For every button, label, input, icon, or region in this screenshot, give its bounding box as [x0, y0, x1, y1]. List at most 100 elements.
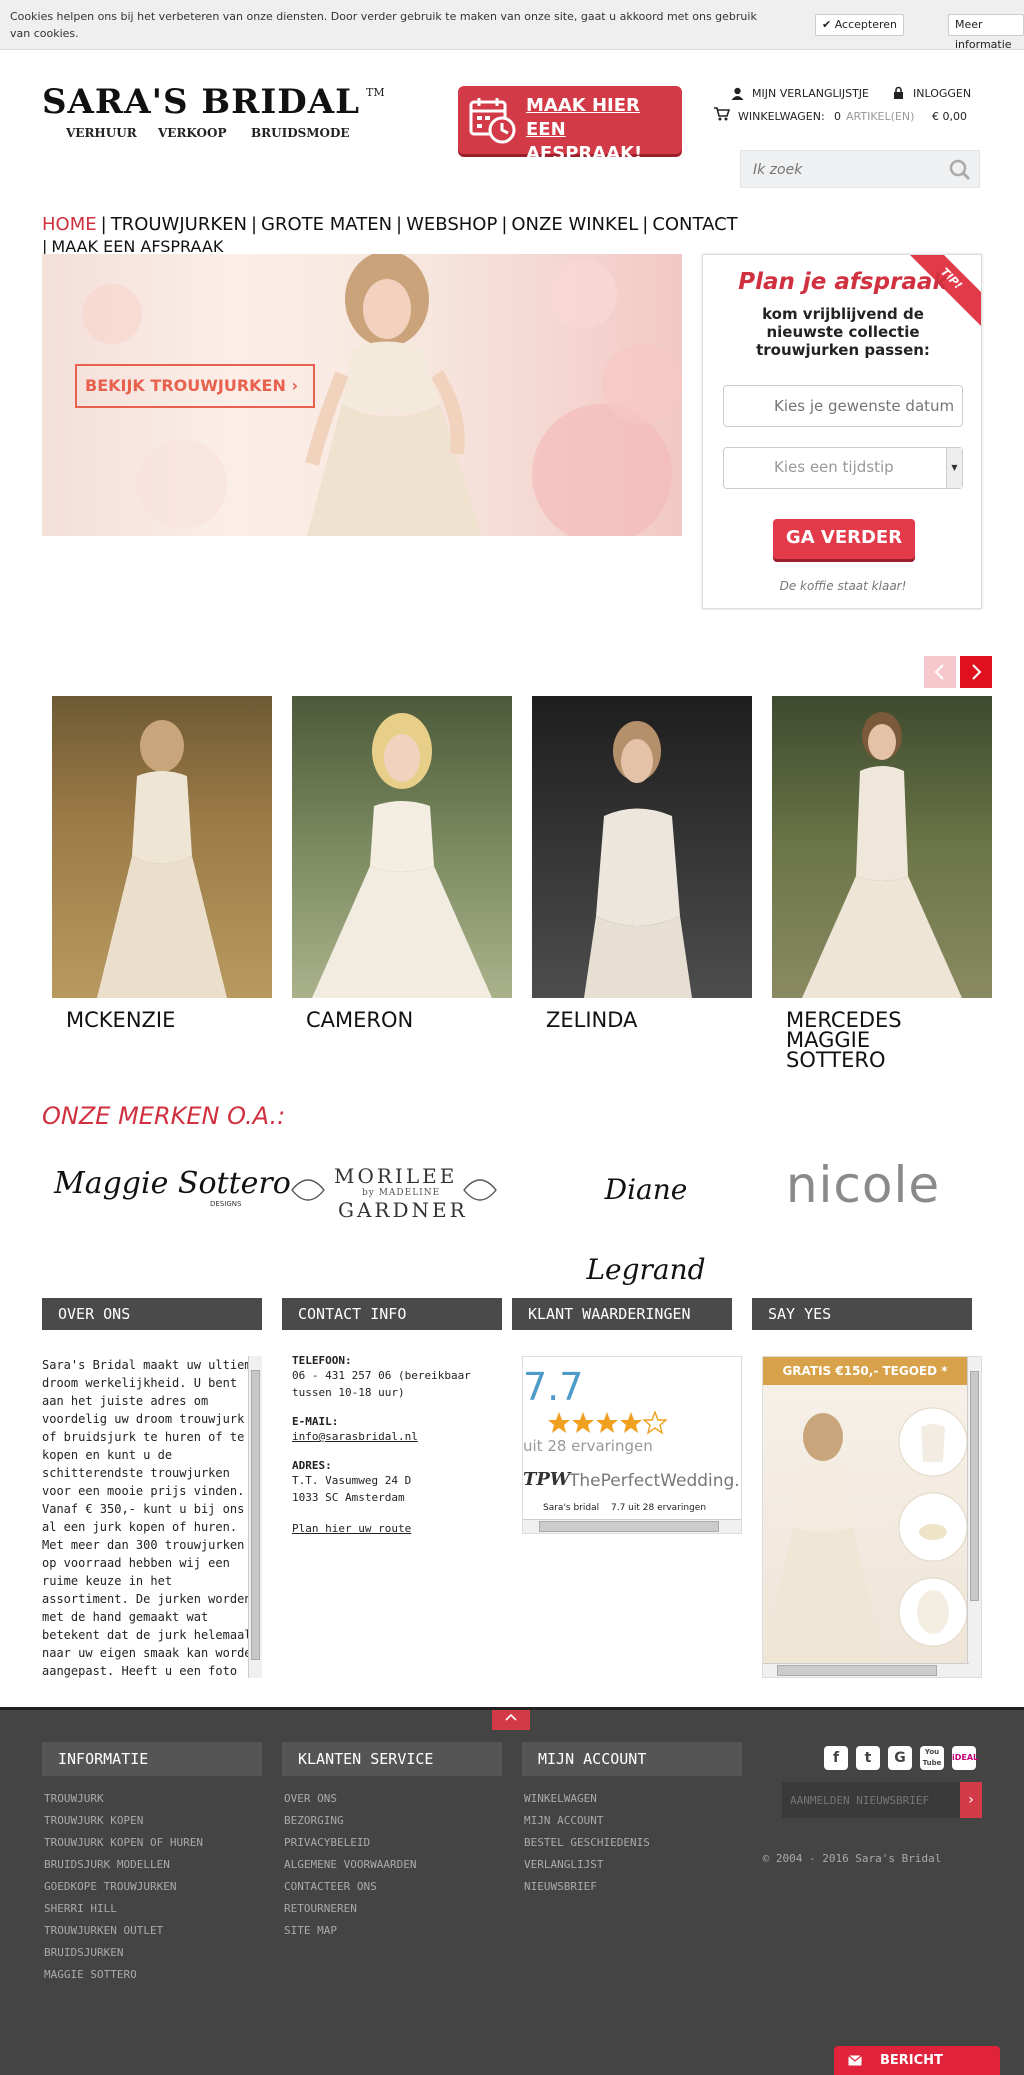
about-scrollbar[interactable]: [248, 1356, 262, 1678]
route-link[interactable]: Plan hier uw route: [292, 1520, 502, 1537]
make-appointment-button[interactable]: MAAK HIER EEN AFSPRAAK!: [458, 86, 682, 164]
contact-info-heading: CONTACT INFO: [282, 1298, 502, 1330]
tpw-logo-icon: TPW: [523, 1469, 571, 1490]
scrollbar-thumb[interactable]: [777, 1665, 937, 1676]
tpw-name[interactable]: ThePerfectWedding.nl: [569, 1471, 741, 1491]
say-yes-image: GRATIS €150,- TEGOED *: [763, 1357, 967, 1663]
login-link[interactable]: INLOGGEN: [913, 87, 971, 100]
mail-icon: [848, 2055, 862, 2066]
reviews-hscrollbar[interactable]: [523, 1519, 741, 1533]
footer-link[interactable]: SITE MAP: [284, 1920, 504, 1942]
dress-image: [802, 712, 962, 998]
contact-info-block: TELEFOON: 06 - 431 257 06 (bereikbaar tu…: [292, 1354, 502, 1537]
nav-maak-een-afspraak[interactable]: MAAK EEN AFSPRAAK: [51, 239, 227, 255]
accept-cookies-button[interactable]: ✔ Accepteren: [815, 14, 904, 36]
about-text: Sara's Bridal maakt uw ultieme droom wer…: [42, 1358, 259, 1678]
footer-link[interactable]: OVER ONS: [284, 1788, 504, 1810]
footer-service-list: OVER ONS BEZORGING PRIVACYBELEID ALGEMEN…: [284, 1788, 504, 1942]
carousel-prev-button[interactable]: [924, 656, 956, 688]
footer-link[interactable]: MIJN ACCOUNT: [524, 1810, 744, 1832]
dress-card-mercedes[interactable]: [772, 696, 992, 998]
logo[interactable]: SARA'S BRIDAL: [42, 82, 360, 122]
ideal-icon: iDEAL: [952, 1746, 978, 1770]
facebook-icon[interactable]: f: [824, 1746, 848, 1770]
footer-link[interactable]: BEZORGING: [284, 1810, 504, 1832]
footer-link[interactable]: VERLANGLIJST: [524, 1854, 744, 1876]
bekijk-trouwjurken-button[interactable]: BEKIJK TROUWJURKEN ›: [75, 364, 315, 408]
hero-banner[interactable]: BEKIJK TROUWJURKEN ›: [42, 254, 682, 536]
footer-link[interactable]: TROUWJURK KOPEN OF HUREN: [44, 1832, 264, 1854]
footer-informatie-list: TROUWJURK TROUWJURK KOPEN TROUWJURK KOPE…: [44, 1788, 264, 1986]
reviews-widget[interactable]: 7.7 uit 28 ervaringen TPW ThePerfectWedd…: [522, 1356, 742, 1534]
cart-icon: [714, 107, 730, 121]
dress-name-mercedes[interactable]: MERCEDES MAGGIE SOTTERO: [786, 1010, 926, 1071]
footer-link[interactable]: BRUIDSJURK MODELLEN: [44, 1854, 264, 1876]
footer-link[interactable]: NIEUWSBRIEF: [524, 1876, 744, 1898]
nav-trouwjurken[interactable]: TROUWJURKEN: [111, 214, 251, 236]
ga-verder-button[interactable]: GA VERDER: [773, 519, 915, 559]
nav-separator: |: [42, 237, 48, 256]
carousel-next-button[interactable]: [960, 656, 992, 688]
google-plus-icon[interactable]: G: [888, 1746, 912, 1770]
date-field[interactable]: [723, 385, 963, 427]
dropdown-arrow-icon: ▼: [946, 448, 962, 488]
scrollbar-thumb[interactable]: [251, 1370, 260, 1660]
say-yes-banner: GRATIS €150,- TEGOED *: [763, 1357, 967, 1385]
footer-link[interactable]: SHERRI HILL: [44, 1898, 264, 1920]
say-yes-hscrollbar[interactable]: [763, 1663, 969, 1677]
footer-link[interactable]: PRIVACYBELEID: [284, 1832, 504, 1854]
newsletter-submit-button[interactable]: ›: [960, 1782, 982, 1818]
twitter-icon[interactable]: t: [856, 1746, 880, 1770]
footer-link[interactable]: BRUIDSJURKEN: [44, 1942, 264, 1964]
email-link[interactable]: info@sarasbridal.nl: [292, 1428, 502, 1445]
brand-diane-legrand-logo[interactable]: Diane Legrand: [566, 1150, 726, 1286]
time-select[interactable]: Kies een tijdstip ▼: [723, 447, 963, 489]
say-yes-panel[interactable]: GRATIS €150,- TEGOED *: [762, 1356, 982, 1678]
nav-separator: |: [642, 214, 649, 235]
footer-link[interactable]: GOEDKOPE TROUWJURKEN: [44, 1876, 264, 1898]
search-icon[interactable]: [949, 159, 971, 181]
dress-name-mckenzie[interactable]: MCKENZIE: [66, 1010, 266, 1031]
newsletter-input[interactable]: [790, 1791, 950, 1809]
tpw-footer-score: 7.7 uit 28 ervaringen: [611, 1503, 707, 1513]
cookie-more-info-button[interactable]: Meer informatie: [948, 14, 1024, 51]
back-to-top-button[interactable]: [492, 1710, 530, 1730]
brand-nicole-logo[interactable]: nicole: [756, 1150, 970, 1230]
dress-name-zelinda[interactable]: ZELINDA: [546, 1010, 746, 1031]
brand-designs-text: DESIGNS: [210, 1200, 242, 1208]
youtube-icon[interactable]: You Tube: [920, 1746, 944, 1770]
scrollbar-thumb[interactable]: [539, 1521, 719, 1532]
footer-link[interactable]: MAGGIE SOTTERO: [44, 1964, 264, 1986]
nav-webshop[interactable]: WEBSHOP: [406, 214, 501, 236]
footer-link[interactable]: CONTACTEER ONS: [284, 1876, 504, 1898]
say-yes-vscrollbar[interactable]: [967, 1357, 981, 1677]
dress-card-zelinda[interactable]: [532, 696, 752, 998]
dress-card-mckenzie[interactable]: [52, 696, 272, 998]
footer-link[interactable]: RETOURNEREN: [284, 1898, 504, 1920]
cart-label[interactable]: WINKELWAGEN:: [738, 110, 825, 123]
dress-image: [584, 721, 692, 998]
scrollbar-thumb[interactable]: [970, 1371, 979, 1601]
say-yes-collage: [763, 1407, 967, 1663]
footer-link[interactable]: TROUWJURK KOPEN: [44, 1810, 264, 1832]
nav-grote-maten[interactable]: GROTE MATEN: [261, 214, 396, 236]
dress-name-cameron[interactable]: CAMERON: [306, 1010, 506, 1031]
about-panel[interactable]: Sara's Bridal maakt uw ultieme droom wer…: [42, 1356, 262, 1678]
footer-link[interactable]: ALGEMENE VOORWAARDEN: [284, 1854, 504, 1876]
footer-link[interactable]: TROUWJURKEN OUTLET: [44, 1920, 264, 1942]
footer-link[interactable]: TROUWJURK: [44, 1788, 264, 1810]
say-yes-heading: SAY YES: [752, 1298, 972, 1330]
search-input[interactable]: [753, 160, 933, 180]
brand-maggie-sottero-logo[interactable]: Maggie Sottero DESIGNS: [50, 1150, 291, 1230]
nav-contact[interactable]: CONTACT: [652, 214, 741, 236]
dress-card-cameron[interactable]: [292, 696, 512, 998]
wishlist-link[interactable]: MIJN VERLANGLIJSTJE: [752, 87, 869, 100]
nav-home[interactable]: HOME: [42, 214, 101, 236]
footer-mijn-account-heading: MIJN ACCOUNT: [522, 1742, 742, 1776]
nav-onze-winkel[interactable]: ONZE WINKEL: [511, 214, 642, 236]
phone-label: TELEFOON:: [292, 1354, 352, 1367]
send-message-button[interactable]: BERICHT STUREN: [834, 2046, 1000, 2075]
footer-link[interactable]: WINKELWAGEN: [524, 1788, 744, 1810]
footer-link[interactable]: BESTEL GESCHIEDENIS: [524, 1832, 744, 1854]
brand-morilee-logo[interactable]: MORILEE by MADELINE GARDNER: [288, 1150, 500, 1230]
